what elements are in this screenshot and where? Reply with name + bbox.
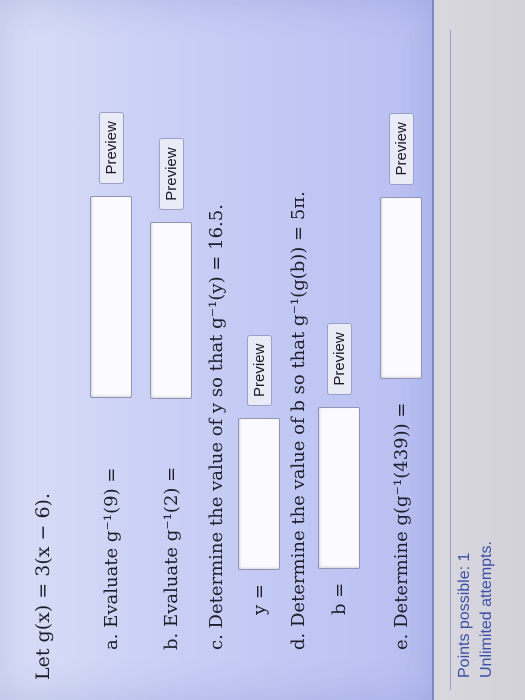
answer-d-input[interactable] [318,406,360,569]
preview-c-button[interactable]: Preview [246,334,272,407]
part-d-var: b = [328,582,350,615]
part-c-var: y = [248,584,270,615]
part-e: e. Determine g(g⁻¹(439)) = Preview [380,113,422,650]
answer-a-input[interactable] [90,195,132,398]
question-panel: Let g(x) = 3(x − 6). a. Evaluate g⁻¹(9) … [0,0,434,700]
part-c-label: c. Determine the value of y so that g⁻¹(… [206,204,227,650]
answer-b-input[interactable] [150,221,192,399]
preview-b-button[interactable]: Preview [158,138,184,210]
answer-e-input[interactable] [380,196,422,379]
preview-d-button[interactable]: Preview [326,323,352,395]
attempts-info: Unlimited attempts. [478,541,495,678]
preview-e-button[interactable]: Preview [388,113,414,185]
part-a: a. Evaluate g⁻¹(9) = Preview [90,112,132,650]
points-possible: Points possible: 1 [456,552,473,678]
preview-a-button[interactable]: Preview [98,112,124,184]
part-c-question: c. Determine the value of y so that g⁻¹(… [206,196,227,650]
part-a-label: a. Evaluate g⁻¹(9) = [100,467,122,650]
part-e-label: e. Determine g(g⁻¹(439)) = [390,402,412,650]
part-c-answer-row: y = Preview [238,334,280,615]
part-d-answer-row: b = Preview [318,323,360,615]
part-d-label: d. Determine the value of b so that g⁻¹(… [288,191,309,650]
divider [450,30,451,690]
answer-c-input[interactable] [238,418,280,571]
screen: Let g(x) = 3(x − 6). a. Evaluate g⁻¹(9) … [0,0,525,700]
part-b: b. Evaluate g⁻¹(2) = Preview [150,138,192,650]
problem-intro: Let g(x) = 3(x − 6). [32,485,54,680]
problem-intro-text: Let g(x) = 3(x − 6). [32,493,54,680]
part-d-question: d. Determine the value of b so that g⁻¹(… [288,183,309,650]
part-b-label: b. Evaluate g⁻¹(2) = [160,466,182,650]
